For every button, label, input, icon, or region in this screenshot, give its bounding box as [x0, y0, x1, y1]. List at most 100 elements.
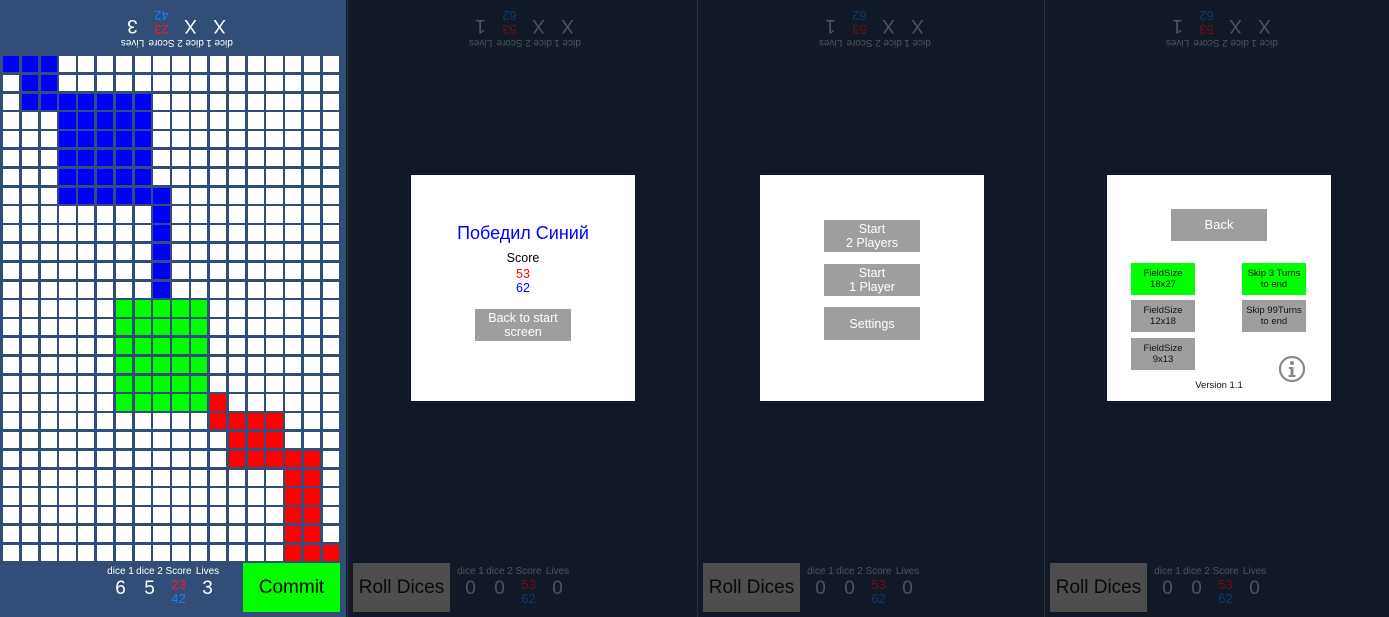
grid-cell-empty[interactable] — [303, 262, 321, 279]
grid-cell-red[interactable] — [285, 488, 302, 505]
grid-cell-empty[interactable] — [247, 394, 264, 411]
grid-cell-empty[interactable] — [78, 319, 95, 336]
grid-cell-empty[interactable] — [191, 450, 208, 467]
grid-cell-empty[interactable] — [3, 131, 20, 148]
grid-cell-empty[interactable] — [115, 225, 133, 242]
grid-cell-blue[interactable] — [59, 131, 76, 148]
grid-cell-empty[interactable] — [21, 488, 39, 505]
grid-cell-empty[interactable] — [40, 112, 57, 129]
grid-cell-empty[interactable] — [134, 243, 151, 261]
grid-cell-empty[interactable] — [228, 56, 245, 73]
grid-cell-empty[interactable] — [134, 525, 151, 543]
grid-cell-green[interactable] — [153, 356, 170, 373]
grid-cell-empty[interactable] — [3, 300, 20, 317]
grid-cell-blue[interactable] — [153, 281, 170, 298]
grid-cell-empty[interactable] — [97, 56, 114, 73]
grid-cell-blue[interactable] — [97, 112, 114, 129]
grid-cell-blue[interactable] — [21, 74, 39, 91]
grid-cell-blue[interactable] — [115, 112, 133, 129]
skip-3-turns-button[interactable]: Skip 3 Turns to end — [1242, 263, 1306, 295]
grid-cell-empty[interactable] — [247, 56, 264, 73]
grid-cell-empty[interactable] — [266, 375, 283, 392]
grid-cell-empty[interactable] — [172, 93, 189, 110]
back-button[interactable]: Back — [1171, 209, 1267, 241]
grid-cell-empty[interactable] — [134, 488, 151, 505]
grid-cell-green[interactable] — [172, 375, 189, 392]
grid-cell-empty[interactable] — [322, 356, 339, 373]
grid-cell-empty[interactable] — [191, 507, 208, 524]
grid-cell-empty[interactable] — [172, 112, 189, 129]
grid-cell-empty[interactable] — [78, 225, 95, 242]
grid-cell-blue[interactable] — [153, 243, 170, 261]
grid-cell-empty[interactable] — [21, 525, 39, 543]
grid-cell-empty[interactable] — [3, 356, 20, 373]
grid-cell-empty[interactable] — [209, 281, 227, 298]
grid-cell-empty[interactable] — [322, 375, 339, 392]
grid-cell-empty[interactable] — [40, 168, 57, 185]
grid-cell-blue[interactable] — [78, 131, 95, 148]
grid-cell-empty[interactable] — [97, 375, 114, 392]
grid-cell-empty[interactable] — [115, 56, 133, 73]
grid-cell-green[interactable] — [115, 337, 133, 355]
grid-cell-empty[interactable] — [247, 525, 264, 543]
grid-cell-blue[interactable] — [40, 93, 57, 110]
grid-cell-red[interactable] — [285, 507, 302, 524]
grid-cell-green[interactable] — [115, 356, 133, 373]
grid-cell-blue[interactable] — [78, 93, 95, 110]
grid-cell-empty[interactable] — [209, 356, 227, 373]
grid-cell-empty[interactable] — [59, 431, 76, 449]
grid-cell-empty[interactable] — [78, 507, 95, 524]
grid-cell-empty[interactable] — [59, 337, 76, 355]
grid-cell-empty[interactable] — [209, 450, 227, 467]
grid-cell-empty[interactable] — [40, 413, 57, 430]
grid-cell-empty[interactable] — [115, 469, 133, 486]
grid-cell-empty[interactable] — [115, 206, 133, 223]
grid-cell-empty[interactable] — [21, 413, 39, 430]
grid-cell-empty[interactable] — [59, 319, 76, 336]
grid-cell-empty[interactable] — [228, 507, 245, 524]
grid-cell-empty[interactable] — [209, 488, 227, 505]
grid-cell-empty[interactable] — [153, 525, 170, 543]
grid-cell-empty[interactable] — [40, 225, 57, 242]
grid-cell-empty[interactable] — [3, 319, 20, 336]
grid-cell-empty[interactable] — [153, 413, 170, 430]
grid-cell-green[interactable] — [134, 356, 151, 373]
grid-cell-empty[interactable] — [40, 525, 57, 543]
grid-cell-empty[interactable] — [59, 206, 76, 223]
grid-cell-blue[interactable] — [97, 149, 114, 167]
grid-cell-empty[interactable] — [21, 300, 39, 317]
grid-cell-empty[interactable] — [228, 394, 245, 411]
grid-cell-empty[interactable] — [322, 149, 339, 167]
grid-cell-green[interactable] — [191, 337, 208, 355]
grid-cell-empty[interactable] — [228, 488, 245, 505]
grid-cell-empty[interactable] — [322, 488, 339, 505]
grid-cell-empty[interactable] — [153, 469, 170, 486]
grid-cell-empty[interactable] — [153, 112, 170, 129]
grid-cell-empty[interactable] — [97, 525, 114, 543]
grid-cell-empty[interactable] — [285, 319, 302, 336]
grid-cell-green[interactable] — [115, 319, 133, 336]
grid-cell-empty[interactable] — [97, 243, 114, 261]
grid-cell-empty[interactable] — [247, 149, 264, 167]
grid-cell-empty[interactable] — [266, 168, 283, 185]
grid-cell-empty[interactable] — [191, 187, 208, 204]
grid-cell-empty[interactable] — [209, 319, 227, 336]
grid-cell-empty[interactable] — [3, 337, 20, 355]
grid-cell-empty[interactable] — [40, 507, 57, 524]
grid-cell-empty[interactable] — [172, 281, 189, 298]
grid-cell-green[interactable] — [172, 300, 189, 317]
grid-cell-green[interactable] — [191, 356, 208, 373]
grid-cell-empty[interactable] — [228, 243, 245, 261]
grid-cell-empty[interactable] — [247, 225, 264, 242]
grid-cell-empty[interactable] — [115, 281, 133, 298]
grid-cell-empty[interactable] — [78, 243, 95, 261]
grid-cell-red[interactable] — [322, 544, 339, 561]
grid-cell-empty[interactable] — [172, 413, 189, 430]
grid-cell-empty[interactable] — [78, 281, 95, 298]
grid-cell-empty[interactable] — [228, 131, 245, 148]
grid-cell-empty[interactable] — [191, 93, 208, 110]
grid-cell-empty[interactable] — [115, 243, 133, 261]
game-grid[interactable] — [3, 56, 339, 561]
grid-cell-empty[interactable] — [209, 469, 227, 486]
grid-cell-empty[interactable] — [21, 544, 39, 561]
